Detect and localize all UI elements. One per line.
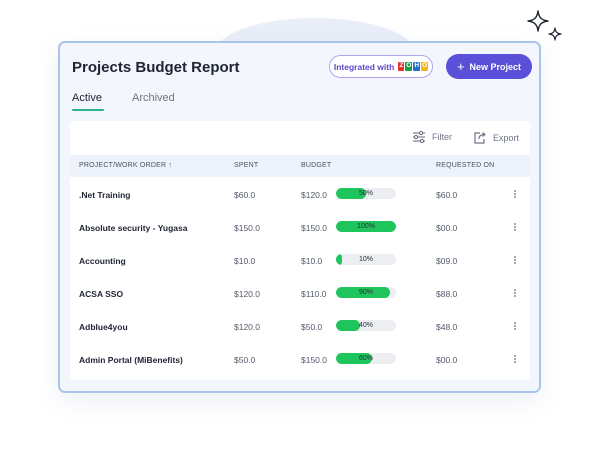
project-name[interactable]: ACSA SSO	[79, 289, 123, 299]
budget-progress-bar: 100%	[336, 221, 396, 232]
project-name[interactable]: Absolute security - Yugasa	[79, 223, 188, 233]
row-more-options-icon[interactable]	[511, 319, 519, 333]
project-name[interactable]: Accounting	[79, 256, 126, 266]
budget-report-card: Projects Budget Report Integrated with Z…	[58, 41, 541, 393]
column-header-budget[interactable]: BUDGET	[301, 162, 331, 169]
plus-icon: +	[456, 59, 465, 74]
tab-active[interactable]: Active	[72, 92, 102, 104]
table-header: PROJECT/WORK ORDER ↑ SPENT BUDGET REQUES…	[70, 155, 530, 177]
new-project-label: New Project	[469, 61, 522, 72]
project-name[interactable]: .Net Training	[79, 190, 130, 200]
budget-value: $10.0	[301, 256, 323, 266]
zoho-letter: O	[405, 62, 413, 71]
column-header-spent[interactable]: SPENT	[234, 162, 258, 169]
spent-value: $120.0	[234, 322, 260, 332]
table-row[interactable]: Adblue4you $120.0 $50.0 40% $48.0	[70, 310, 530, 343]
budget-value: $120.0	[301, 190, 327, 200]
budget-progress-bar: 10%	[336, 254, 396, 265]
export-label: Export	[493, 132, 520, 143]
table-row[interactable]: ACSA SSO $120.0 $110.0 90% $88.0	[70, 277, 530, 310]
progress-label: 90%	[358, 289, 373, 296]
table-row[interactable]: Absolute security - Yugasa $150.0 $150.0…	[70, 211, 530, 244]
requested-value: $00.0	[436, 355, 458, 365]
spent-value: $150.0	[234, 223, 260, 233]
progress-label: 10%	[358, 256, 373, 263]
requested-value: $60.0	[436, 190, 458, 200]
budget-progress-bar: 50%	[336, 188, 396, 199]
budget-value: $50.0	[301, 322, 323, 332]
row-more-options-icon[interactable]	[511, 187, 519, 201]
table-row[interactable]: .Net Training $60.0 $120.0 50% $60.0	[70, 178, 530, 211]
progress-label: 40%	[358, 322, 373, 329]
integrated-with-zoho-badge[interactable]: Integrated with Z O H O	[329, 55, 433, 78]
filter-label: Filter	[432, 132, 452, 142]
budget-value: $150.0	[301, 355, 327, 365]
export-button[interactable]: Export	[473, 131, 519, 144]
projects-table-panel: Filter Export PROJECT/WORK ORDER ↑ SPENT…	[70, 121, 530, 380]
tab-archived[interactable]: Archived	[132, 92, 175, 104]
budget-progress-bar: 40%	[336, 320, 396, 331]
requested-value: $00.0	[436, 223, 458, 233]
column-header-project[interactable]: PROJECT/WORK ORDER ↑	[79, 162, 172, 169]
active-tab-indicator	[72, 109, 104, 111]
budget-progress-bar: 60%	[336, 353, 396, 364]
zoho-logo: Z O H O	[398, 62, 429, 71]
row-more-options-icon[interactable]	[511, 352, 519, 366]
table-row[interactable]: Admin Portal (MiBenefits) $50.0 $150.0 6…	[70, 343, 530, 376]
sparkle-small-icon	[548, 27, 562, 41]
integrated-label: Integrated with	[333, 61, 395, 72]
zoho-letter: O	[421, 62, 429, 71]
spent-value: $50.0	[234, 355, 256, 365]
budget-value: $110.0	[301, 289, 327, 299]
requested-value: $88.0	[436, 289, 458, 299]
budget-progress-bar: 90%	[336, 287, 396, 298]
zoho-letter: H	[413, 62, 421, 71]
row-more-options-icon[interactable]	[511, 253, 519, 267]
spent-value: $120.0	[234, 289, 260, 299]
row-more-options-icon[interactable]	[511, 220, 519, 234]
requested-value: $09.0	[436, 256, 458, 266]
sparkle-icon	[527, 10, 549, 32]
spent-value: $10.0	[234, 256, 256, 266]
spent-value: $60.0	[234, 190, 256, 200]
column-header-requested[interactable]: REQUESTED ON	[436, 162, 494, 169]
progress-label: 60%	[358, 355, 373, 362]
project-name[interactable]: Adblue4you	[79, 322, 128, 332]
page-title: Projects Budget Report	[72, 59, 240, 76]
project-name[interactable]: Admin Portal (MiBenefits)	[79, 355, 183, 365]
zoho-letter: Z	[398, 62, 405, 71]
requested-value: $48.0	[436, 322, 458, 332]
export-icon	[474, 132, 486, 144]
new-project-button[interactable]: + New Project	[446, 54, 532, 79]
filter-sliders-icon	[413, 131, 425, 143]
progress-label: 50%	[358, 190, 373, 197]
budget-value: $150.0	[301, 223, 327, 233]
row-more-options-icon[interactable]	[511, 286, 519, 300]
table-row[interactable]: Accounting $10.0 $10.0 10% $09.0	[70, 244, 530, 277]
filter-button[interactable]: Filter	[412, 131, 452, 143]
progress-label: 100%	[357, 223, 375, 230]
